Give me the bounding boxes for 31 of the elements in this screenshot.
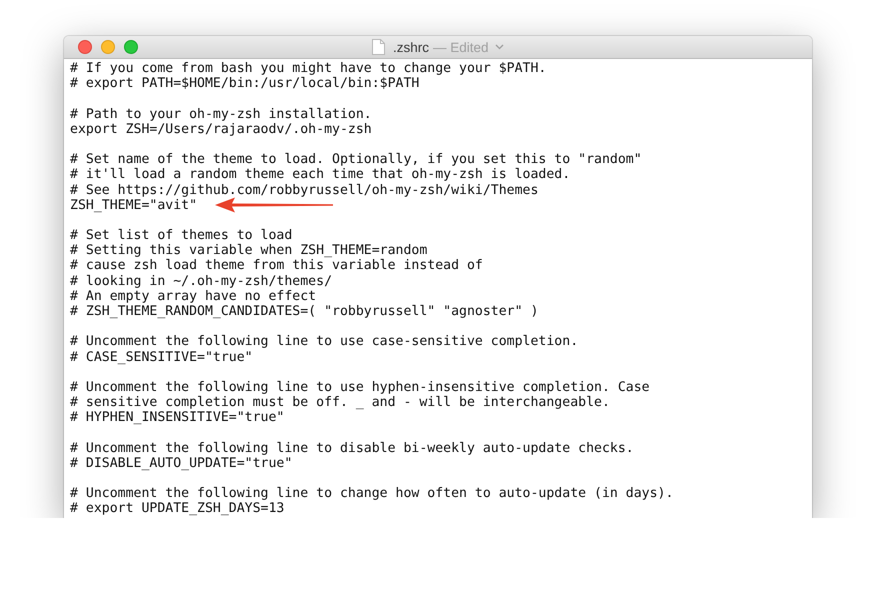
minimize-button[interactable] (101, 40, 115, 54)
caret-icon[interactable] (494, 44, 504, 50)
code-line: # ZSH_THEME_RANDOM_CANDIDATES=( "robbyrussell" "agnoster" ) (70, 304, 538, 320)
code-line: # it'll load a random theme each time that oh-my-zsh is loaded. (70, 167, 570, 183)
code-line: # Uncomment the following line to change how often to auto-update (in days). (70, 486, 674, 502)
code-line: # An empty array have no effect (70, 288, 316, 304)
code-line: # Uncomment the following line to use case-sensitive completion. (70, 334, 578, 350)
document-icon (372, 39, 385, 55)
code-line: # Uncomment the following line to use hyphen-insensitive completion. Case (70, 380, 650, 396)
code-line: # Set list of themes to load (70, 228, 292, 244)
code-line: ZSH_THEME="avit" (70, 198, 198, 213)
zoom-button[interactable] (124, 40, 138, 54)
close-button[interactable] (78, 40, 92, 54)
code-line: # cause zsh load theme from this variable instead of (70, 258, 483, 274)
code-line: # CASE_SENSITIVE="true" (70, 350, 253, 365)
code-line: # Path to your oh-my-zsh installation. (70, 106, 372, 122)
arrow-icon (215, 197, 334, 214)
code-line: # DISABLE_AUTO_UPDATE="true" (70, 456, 292, 472)
code-line: # export PATH=$HOME/bin:/usr/local/bin:$PATH (70, 76, 420, 92)
code-line: # Setting this variable when ZSH_THEME=random (70, 243, 428, 258)
edited-status: — Edited (433, 40, 489, 54)
code-line: # sensitive completion must be off. _ and - will be interchangeable. (70, 395, 610, 410)
code-line: # Uncomment the following line to disable bi-weekly auto-update checks. (70, 440, 634, 456)
code-line: # HYPHEN_INSENSITIVE="true" (70, 410, 284, 426)
code-line: # Set name of the theme to load. Optionally, if you set this to "random" (70, 152, 642, 168)
code-line: # See https://github.com/robbyrussell/oh-my-zsh/wiki/Themes (70, 182, 538, 198)
code-line: # If you come from bash you might have to change your $PATH. (70, 61, 546, 76)
code-line: export ZSH=/Users/rajaraodv/.oh-my-zsh (70, 122, 372, 137)
window-title: .zshrc (393, 40, 430, 54)
code-line: # looking in ~/.oh-my-zsh/themes/ (70, 274, 332, 289)
code-line: # export UPDATE_ZSH_DAYS=13 (70, 501, 284, 517)
